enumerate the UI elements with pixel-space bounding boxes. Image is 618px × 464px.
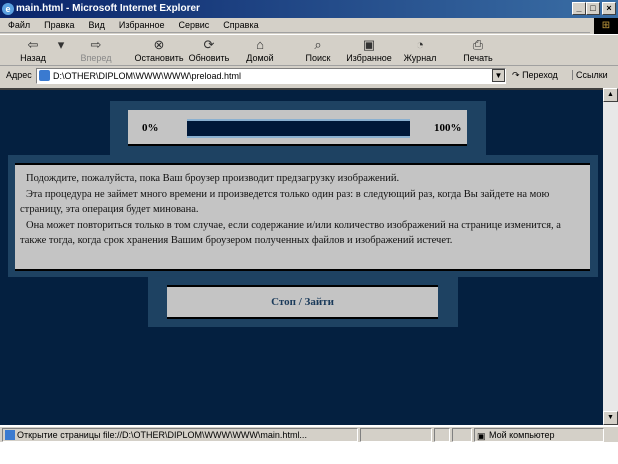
minimize-button[interactable]: _: [572, 2, 586, 15]
stop-icon: ⊗: [153, 37, 165, 52]
ie-page-icon: [5, 430, 15, 440]
refresh-icon: ⟳: [203, 37, 215, 52]
menu-tools[interactable]: Сервис: [172, 18, 215, 32]
go-button[interactable]: ↷ Переход: [512, 70, 558, 81]
progress-fill: [187, 121, 410, 136]
window-title: main.html - Microsoft Internet Explorer: [16, 3, 200, 14]
menu-edit[interactable]: Правка: [38, 18, 80, 32]
ie-logo-icon: e: [2, 3, 14, 15]
home-icon: ⌂: [256, 37, 264, 52]
status-pane: [434, 428, 450, 442]
stop-enter-button[interactable]: Стоп / Зайти: [167, 285, 438, 319]
progress-bar: [187, 119, 410, 138]
progress-min-label: 0%: [142, 122, 159, 134]
scroll-down-button[interactable]: ▼: [603, 411, 618, 425]
refresh-button[interactable]: ⟳ Обновить: [186, 37, 232, 65]
status-pane: [360, 428, 432, 442]
progress-max-label: 100%: [434, 122, 462, 134]
scroll-up-button[interactable]: ▲: [603, 88, 618, 102]
address-label: Адрес: [6, 70, 32, 80]
message-paragraph: Эта процедура не займет много времени и …: [20, 188, 550, 216]
print-icon: ⎙: [472, 37, 484, 52]
menu-help[interactable]: Справка: [217, 18, 264, 32]
windows-logo-icon: ⊞: [594, 18, 618, 34]
search-button[interactable]: ⌕ Поиск: [298, 37, 338, 65]
message-paragraph: Подождите, пожалуйста, пока Ваш броузер …: [26, 173, 400, 184]
status-pane: [452, 428, 472, 442]
preload-message: Подождите, пожалуйста, пока Ваш броузер …: [15, 163, 590, 271]
history-button[interactable]: ◔ Журнал: [400, 37, 440, 65]
page-icon: [39, 70, 50, 81]
history-icon: ◔: [416, 37, 424, 52]
vertical-scrollbar[interactable]: ▲ ▼: [603, 88, 618, 425]
address-bar: Адрес D:\OTHER\DIPLOM\WWW\WWW\preload.ht…: [0, 67, 618, 85]
message-paragraph: Она может повториться только в том случа…: [20, 219, 561, 247]
links-button[interactable]: Ссылки: [572, 70, 608, 80]
back-dropdown[interactable]: ▾: [56, 37, 66, 65]
address-dropdown-button[interactable]: ▼: [492, 69, 505, 82]
toolbar: ⇦ Назад ▾ ⇨ Вперед ⊗ Остановить ⟳ Обновить ⌂…: [0, 34, 618, 66]
status-text-pane: Открытие страницы file://D:\OTHER\DIPLOM…: [2, 428, 358, 442]
menu-view[interactable]: Вид: [83, 18, 111, 32]
menu-bar: Файл Правка Вид Избранное Сервис Справка: [0, 18, 590, 33]
back-arrow-icon: ⇦: [27, 37, 39, 52]
stop-button[interactable]: ⊗ Остановить: [132, 37, 186, 65]
menu-file[interactable]: Файл: [2, 18, 36, 32]
favorites-icon: ▣: [362, 37, 376, 52]
computer-icon: ▣: [477, 431, 486, 441]
maximize-button[interactable]: □: [586, 2, 600, 15]
go-arrow-icon: ↷: [512, 70, 520, 80]
forward-button[interactable]: ⇨ Вперед: [74, 37, 118, 65]
address-input[interactable]: D:\OTHER\DIPLOM\WWW\WWW\preload.html: [36, 68, 506, 84]
print-button[interactable]: ⎙ Печать: [458, 37, 498, 65]
close-button[interactable]: ×: [602, 2, 616, 15]
menu-favorites[interactable]: Избранное: [113, 18, 171, 32]
title-bar: e main.html - Microsoft Internet Explore…: [0, 0, 618, 18]
home-button[interactable]: ⌂ Домой: [240, 37, 280, 65]
forward-arrow-icon: ⇨: [90, 37, 102, 52]
zone-pane: ▣ Мой компьютер: [474, 428, 604, 442]
progress-box: 0% 100%: [128, 110, 467, 146]
page-content: 0% 100% Подождите, пожалуйста, пока Ваш …: [0, 88, 603, 425]
status-bar: Открытие страницы file://D:\OTHER\DIPLOM…: [0, 426, 618, 442]
search-icon: ⌕: [314, 37, 322, 52]
favorites-button[interactable]: ▣ Избранное: [344, 37, 394, 65]
back-button[interactable]: ⇦ Назад: [12, 37, 54, 65]
